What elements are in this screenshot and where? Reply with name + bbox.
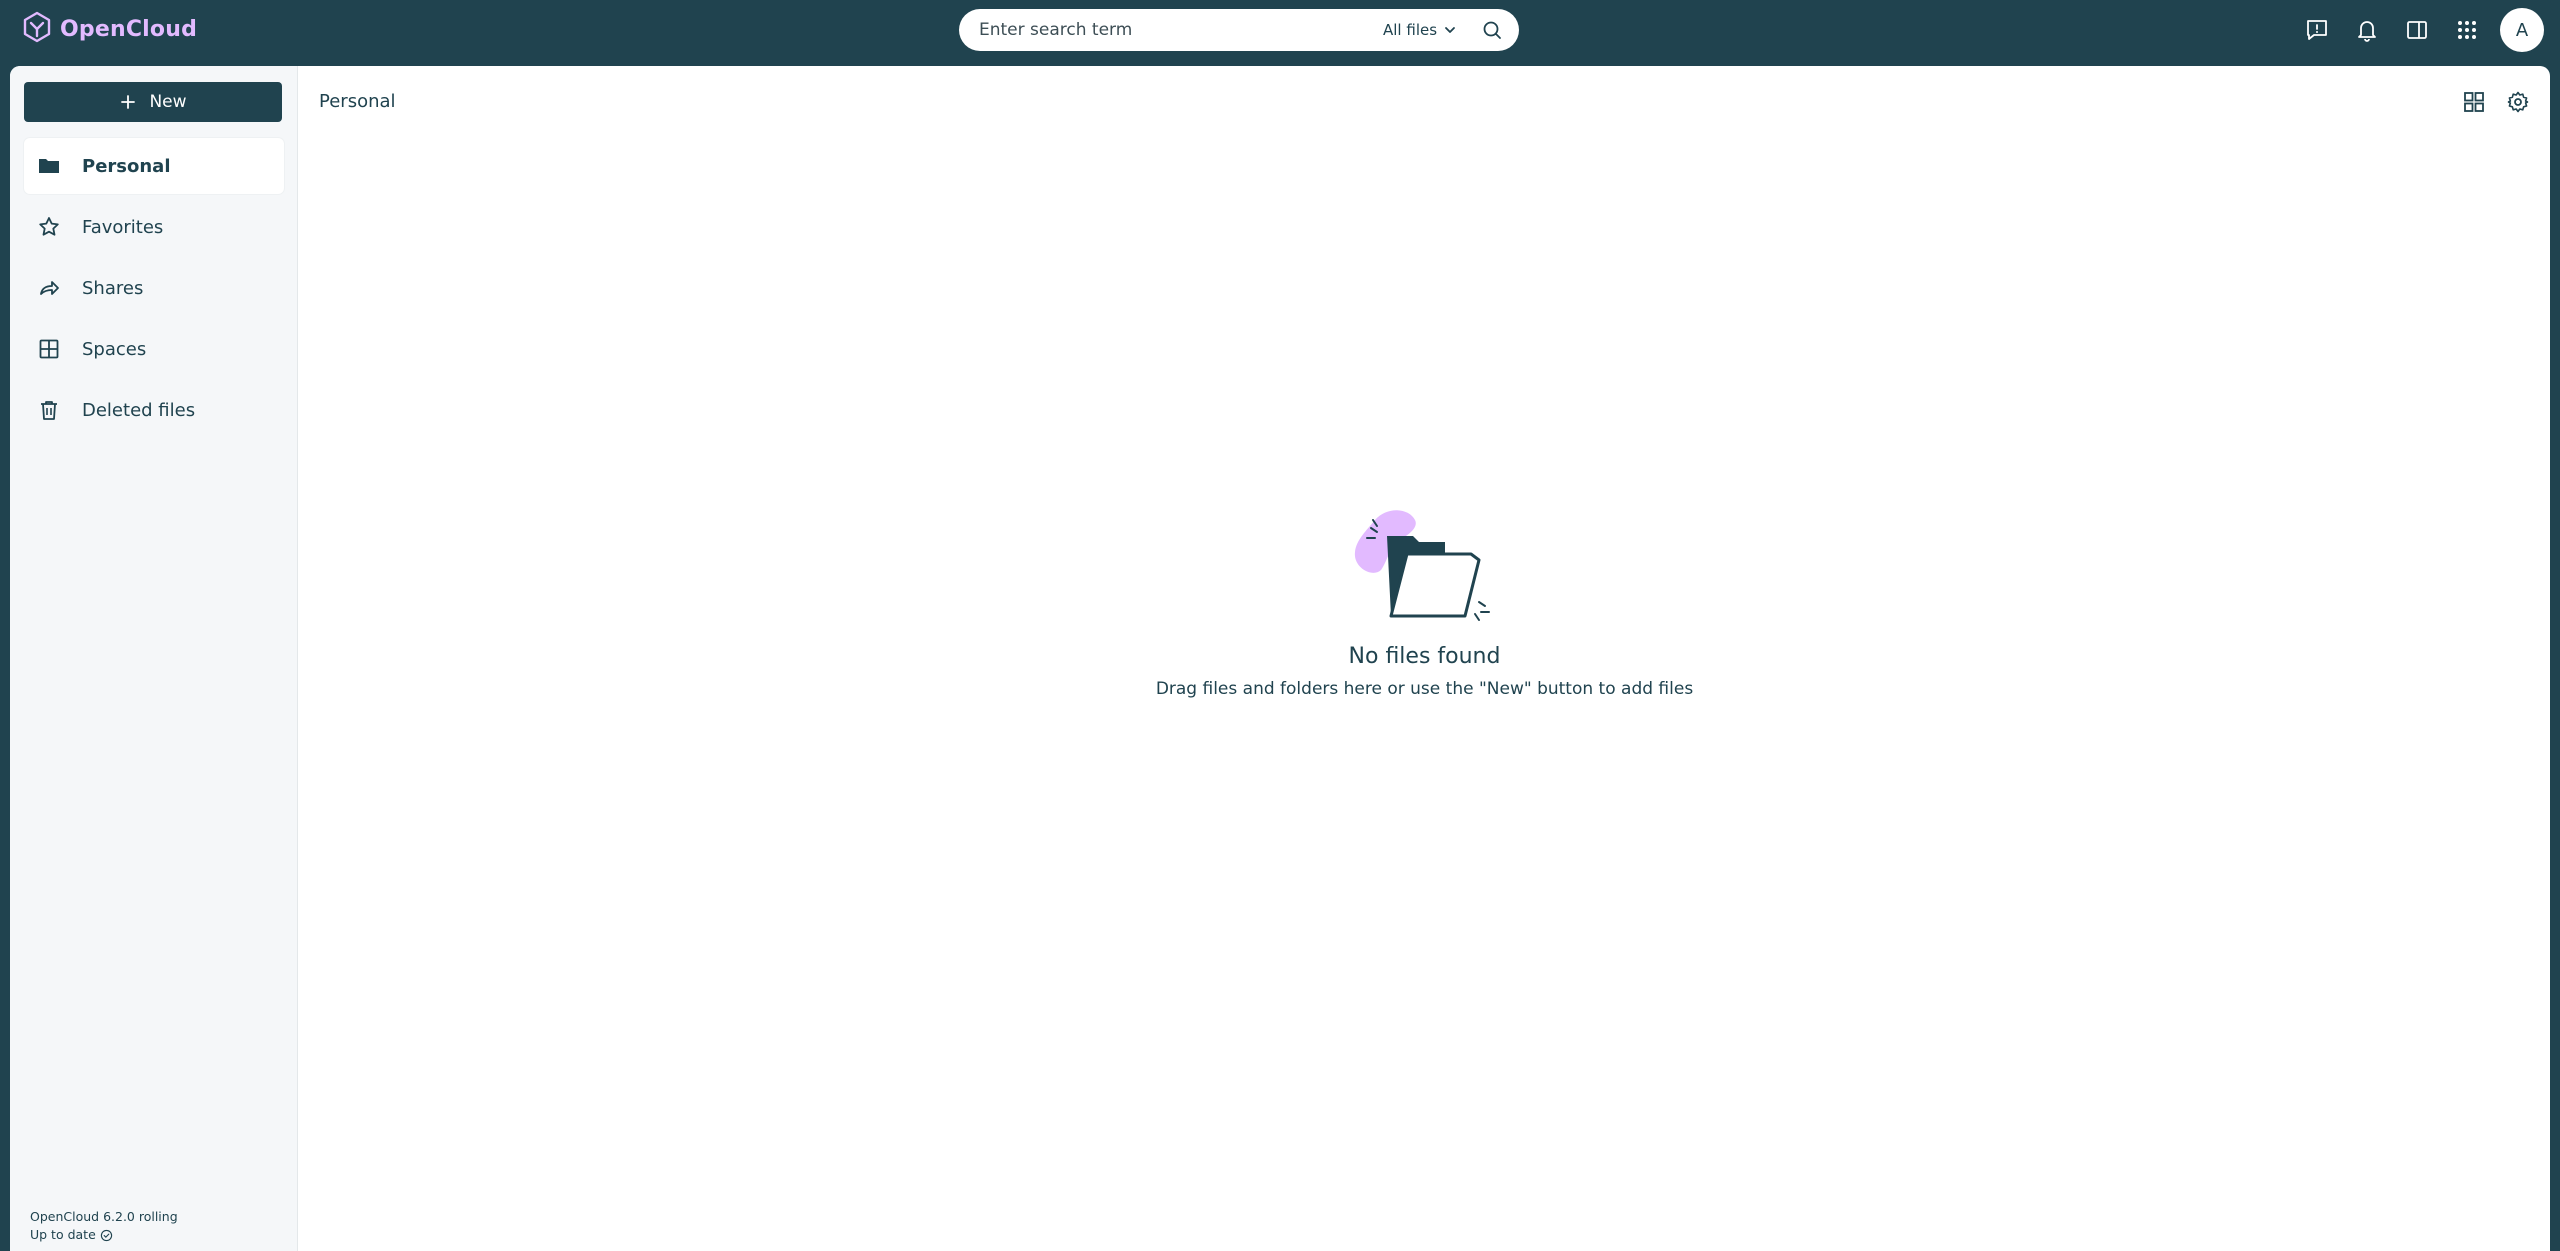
view-controls <box>2460 88 2532 116</box>
folder-icon <box>36 153 62 179</box>
main-content: Personal No files found Drag files and f… <box>299 66 2550 1251</box>
opencloud-logo-icon <box>23 11 51 43</box>
new-button[interactable]: New <box>24 82 282 122</box>
star-icon <box>36 214 62 240</box>
sidebar-item-label: Favorites <box>82 216 164 238</box>
top-right-actions: A <box>2292 0 2560 60</box>
notifications-button[interactable] <box>2342 5 2392 55</box>
new-button-label: New <box>149 92 187 112</box>
feedback-button[interactable] <box>2292 5 2342 55</box>
share-icon <box>36 275 62 301</box>
gear-icon <box>2507 91 2529 113</box>
left-sidebar: New Personal Favorites Shares Spaces Del… <box>10 66 298 1251</box>
app-switcher-button[interactable] <box>2442 5 2492 55</box>
update-status: Up to date <box>30 1226 178 1244</box>
tiles-view-icon <box>2464 92 2484 112</box>
sidebar-item-shares[interactable]: Shares <box>24 260 284 316</box>
sidebar-item-label: Deleted files <box>82 399 196 421</box>
search-input[interactable] <box>979 15 1359 45</box>
sidebar-toggle-button[interactable] <box>2392 5 2442 55</box>
brand-name: OpenCloud <box>60 16 198 42</box>
apps-grid-icon <box>2458 21 2476 39</box>
sidebar-item-label: Spaces <box>82 338 147 360</box>
update-status-label: Up to date <box>30 1227 96 1242</box>
empty-state-message: Drag files and folders here or use the "… <box>1155 679 1694 699</box>
sidebar-item-spaces[interactable]: Spaces <box>24 321 284 377</box>
bell-icon <box>2358 21 2376 42</box>
user-avatar[interactable]: A <box>2500 8 2544 52</box>
sidebar-item-label: Shares <box>82 277 144 299</box>
empty-state-title: No files found <box>1348 644 1501 669</box>
view-settings-button[interactable] <box>2504 88 2532 116</box>
search-bar: All files <box>959 9 1519 51</box>
sidebar-item-label: Personal <box>82 155 171 177</box>
top-bar: OpenCloud All files <box>0 0 2560 66</box>
side-panel-icon <box>2407 21 2427 39</box>
sidebar-nav: Personal Favorites Shares Spaces Deleted… <box>24 138 284 443</box>
check-circle-icon <box>100 1229 112 1241</box>
search-icon[interactable] <box>1481 19 1503 41</box>
empty-state: No files found Drag files and folders he… <box>299 506 2550 699</box>
search-scope-label: All files <box>1383 21 1438 39</box>
sidebar-item-favorites[interactable]: Favorites <box>24 199 284 255</box>
search-scope-dropdown[interactable]: All files <box>1383 9 1457 51</box>
version-label: OpenCloud 6.2.0 rolling <box>30 1209 178 1224</box>
trash-icon <box>36 397 62 423</box>
sidebar-item-deleted-files[interactable]: Deleted files <box>24 382 284 438</box>
plus-icon <box>121 95 136 109</box>
sidebar-item-personal[interactable]: Personal <box>24 138 284 194</box>
breadcrumb[interactable]: Personal <box>319 91 396 112</box>
app-frame: New Personal Favorites Shares Spaces Del… <box>10 66 2550 1251</box>
chevron-down-icon <box>1445 27 1455 33</box>
version-info: OpenCloud 6.2.0 rolling Up to date <box>30 1208 178 1244</box>
tiles-view-button[interactable] <box>2460 88 2488 116</box>
brand-logo[interactable]: OpenCloud <box>22 11 197 47</box>
grid-icon <box>36 336 62 362</box>
empty-folder-illustration-icon <box>1354 510 1490 621</box>
feedback-icon <box>2307 20 2327 40</box>
